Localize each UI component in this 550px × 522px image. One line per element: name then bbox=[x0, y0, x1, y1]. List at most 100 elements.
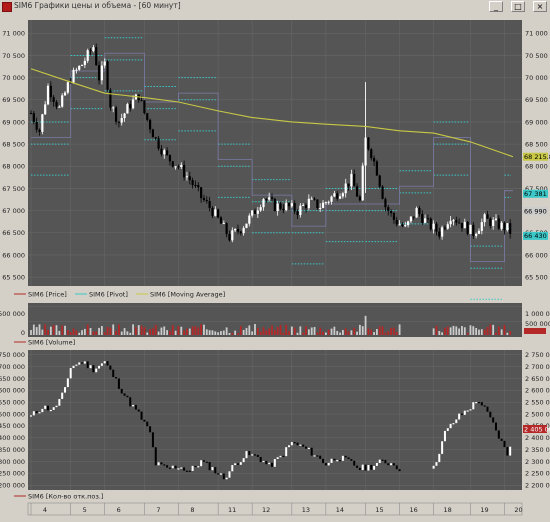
volume-bar bbox=[387, 331, 390, 335]
candle-body bbox=[307, 198, 310, 209]
volume-bar bbox=[135, 327, 137, 335]
candle-body bbox=[32, 113, 35, 122]
candle-body bbox=[489, 218, 492, 226]
price-tick-left: 70 000 bbox=[2, 74, 25, 82]
oi-tick-left: 400 000 bbox=[0, 434, 25, 442]
candle-body bbox=[282, 208, 285, 211]
candle-body bbox=[217, 209, 220, 218]
volume-bar bbox=[310, 327, 313, 335]
volume-bar bbox=[364, 315, 367, 335]
candle-body bbox=[268, 197, 271, 200]
candle-body bbox=[497, 218, 500, 229]
oi-bar bbox=[140, 411, 143, 420]
oi-y-axis-right: 2 750 000 2 700 000 2 650 000 2 600 000 2 55… bbox=[525, 351, 550, 490]
oi-bar bbox=[333, 458, 336, 461]
oi-bar bbox=[361, 464, 364, 471]
candle-body bbox=[75, 69, 78, 71]
volume-bar bbox=[293, 327, 296, 335]
oi-bar bbox=[282, 455, 285, 458]
oi-bar bbox=[222, 473, 225, 480]
volume-bar bbox=[205, 329, 208, 335]
candle-body bbox=[492, 219, 495, 226]
x-tick-label: 4 bbox=[43, 506, 47, 514]
candle-body bbox=[44, 104, 47, 115]
candle-body bbox=[231, 230, 234, 241]
candle-body bbox=[123, 113, 126, 119]
candle-body bbox=[426, 218, 430, 220]
volume-bar bbox=[217, 332, 220, 335]
candle-body bbox=[458, 222, 461, 224]
oi-tick-left: 650 000 bbox=[0, 375, 25, 383]
candle-body bbox=[49, 85, 52, 98]
volume-bar bbox=[361, 326, 364, 335]
candle-body bbox=[477, 230, 481, 234]
oi-bar bbox=[279, 455, 282, 458]
oi-bar bbox=[486, 406, 489, 412]
volume-bar bbox=[268, 328, 271, 335]
oi-bar bbox=[443, 430, 446, 442]
candle-body bbox=[197, 185, 200, 188]
oi-panel-plot[interactable] bbox=[28, 350, 522, 490]
oi-bar bbox=[364, 464, 367, 471]
volume-bar bbox=[66, 330, 69, 335]
oi-tick-left: 750 000 bbox=[0, 351, 25, 359]
volume-bar bbox=[197, 327, 200, 335]
volume-bar bbox=[336, 330, 339, 335]
volume-bar bbox=[273, 330, 276, 335]
oi-bar bbox=[89, 365, 92, 369]
minimize-button[interactable]: _ bbox=[489, 1, 503, 12]
candle-body bbox=[466, 221, 469, 234]
chart-canvas[interactable]: 71 00070 50070 00069 50069 00068 50068 0… bbox=[0, 14, 550, 518]
oi-bar bbox=[276, 457, 279, 459]
candle-body bbox=[89, 50, 92, 52]
candle-body bbox=[429, 218, 432, 230]
volume-bar bbox=[100, 326, 103, 335]
oi-bar bbox=[151, 432, 154, 448]
volume-bar bbox=[222, 330, 225, 335]
volume-bar bbox=[353, 327, 356, 335]
candle-body bbox=[146, 113, 149, 120]
maximize-button[interactable]: □ bbox=[511, 1, 525, 12]
oi-bar bbox=[373, 465, 376, 470]
candle-body bbox=[52, 97, 55, 102]
volume-bar bbox=[265, 330, 268, 335]
oi-bar bbox=[185, 470, 188, 472]
oi-bar bbox=[120, 388, 123, 394]
oi-bar bbox=[293, 442, 296, 444]
candle-body bbox=[72, 69, 75, 83]
candle-body bbox=[435, 223, 438, 232]
price-tick-left: 69 500 bbox=[2, 96, 25, 104]
oi-tick-right: 2 700 000 bbox=[525, 363, 550, 371]
oi-bar bbox=[353, 460, 356, 466]
oi-tick-right: 2 250 000 bbox=[525, 470, 550, 478]
candle-body bbox=[327, 201, 330, 203]
oi-bar bbox=[494, 422, 497, 431]
oi-bar bbox=[64, 387, 67, 393]
oi-bar bbox=[61, 392, 64, 399]
candle-body bbox=[219, 217, 223, 224]
oi-bar bbox=[395, 465, 398, 470]
volume-bar bbox=[302, 332, 305, 335]
candle-body bbox=[418, 208, 421, 214]
vol-tick-left: 500 000 bbox=[0, 310, 25, 318]
volume-bar bbox=[299, 326, 302, 335]
volume-bar bbox=[160, 327, 163, 335]
volume-bar bbox=[239, 326, 242, 335]
oi-bar bbox=[117, 378, 120, 389]
volume-bar bbox=[194, 326, 197, 335]
volume-bar bbox=[358, 324, 361, 335]
price-marker-text: 66 990 bbox=[524, 207, 547, 215]
candle-body bbox=[381, 186, 384, 199]
candle-body bbox=[236, 228, 240, 232]
oi-tick-left: 700 000 bbox=[0, 363, 25, 371]
oi-tick-left: 600 000 bbox=[0, 387, 25, 395]
close-button[interactable]: × bbox=[533, 1, 547, 12]
oi-bar bbox=[103, 361, 106, 364]
oi-bar bbox=[347, 457, 350, 460]
x-tick-label: 15 bbox=[375, 506, 383, 514]
volume-bar bbox=[480, 329, 483, 335]
oi-bar bbox=[268, 462, 271, 465]
volume-bar bbox=[251, 331, 254, 335]
candle-body bbox=[424, 218, 427, 223]
price-panel-plot[interactable] bbox=[28, 20, 522, 286]
